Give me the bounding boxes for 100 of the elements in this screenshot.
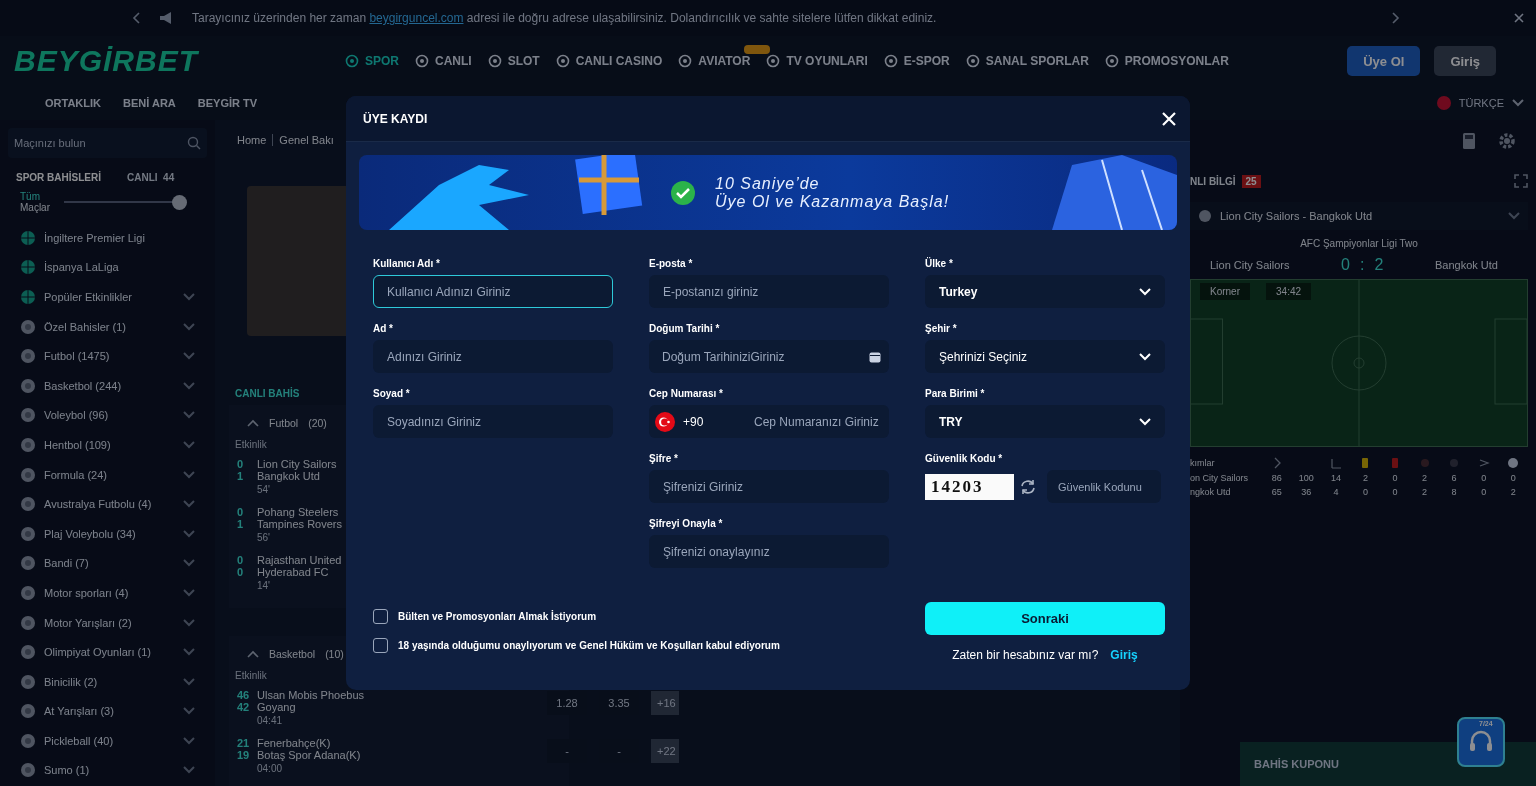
breadcrumb-link[interactable]: Home <box>237 134 267 146</box>
chevron-right-icon[interactable] <box>1392 12 1400 24</box>
sidebar-item[interactable]: Avustralya Futbolu (4) <box>44 498 175 511</box>
team-name[interactable]: Lion City Sailors <box>257 458 337 470</box>
sidebar-item[interactable]: Bandi (7) <box>44 557 175 570</box>
team-name: Bangkok Utd <box>1435 259 1498 271</box>
team-name[interactable]: Botaş Spor Adana(K) <box>257 749 361 761</box>
checkbox[interactable] <box>373 609 388 624</box>
team-name[interactable]: Bangkok Utd <box>257 470 337 482</box>
match-time: 56' <box>257 532 272 544</box>
sidebar-item[interactable]: Motor Yarışları (2) <box>44 616 175 629</box>
search-field[interactable]: Maçınızı bulun <box>8 128 207 158</box>
sidebar-tab[interactable]: CANLI 44 <box>127 172 175 183</box>
login-button[interactable]: Giriş <box>1434 46 1496 76</box>
select-field[interactable]: Turkey <box>925 275 1165 308</box>
fullscreen-icon[interactable] <box>1514 174 1528 188</box>
nav-item[interactable]: AVIATOR <box>678 54 751 68</box>
team-name[interactable]: Pohang Steelers <box>257 506 342 518</box>
date-input[interactable]: Doğum TarihiniziGiriniz <box>655 349 861 364</box>
search-placeholder: Maçınızı bulun <box>14 137 86 149</box>
text-field[interactable]: Kullanıcı Adınızı Giriniz <box>373 275 613 308</box>
phone-input[interactable]: Cep Numaranızı Giriniz <box>747 414 881 429</box>
sidebar-item[interactable]: Motor sporları (4) <box>44 586 175 599</box>
checkbox[interactable] <box>373 638 388 653</box>
team-score: 0 <box>237 566 245 578</box>
sidebar-item[interactable]: Popüler Etkinlikler <box>44 291 175 303</box>
sidebar-item[interactable]: Pickleball (40) <box>44 734 175 747</box>
sidebar-item[interactable]: Hentbol (109) <box>44 438 175 451</box>
site-link[interactable]: beygirguncel.com <box>369 11 464 25</box>
text-field[interactable]: Soyadınızı Giriniz <box>373 405 613 438</box>
breadcrumb-link[interactable]: Genel Bakı <box>272 134 334 146</box>
chevron-up-icon[interactable] <box>247 650 259 658</box>
nav-item[interactable]: CANLI CASINO <box>555 54 663 68</box>
sidebar-item[interactable]: Plaj Voleybolu (34) <box>44 527 175 540</box>
refresh-icon[interactable] <box>1019 477 1037 496</box>
team-name[interactable]: Ulsan Mobis Phoebus <box>257 689 364 701</box>
stat-value: 14 <box>1329 473 1342 483</box>
team-name[interactable]: Rajasthan United <box>257 554 342 566</box>
subnav-link[interactable]: ORTAKLIK <box>45 97 101 109</box>
sidebar-item[interactable]: Basketbol (244) <box>44 379 175 392</box>
nav-item[interactable]: TV OYUNLARI <box>766 54 868 68</box>
match-time: 04:41 <box>257 715 284 727</box>
sport-name[interactable]: Futbol <box>269 417 299 429</box>
signup-button[interactable]: Üye Ol <box>1347 46 1421 76</box>
text-field[interactable]: E-postanızı giriniz <box>649 275 889 308</box>
field-label: Şifre * <box>649 453 679 464</box>
stat-value: 6 <box>1450 473 1458 483</box>
count-badge: 25 <box>1241 174 1261 188</box>
text-field[interactable]: Şifrenizi onaylayınız <box>649 535 889 568</box>
chevron-down-icon <box>1512 99 1524 107</box>
text-field[interactable]: Güvenlik Kodunu <box>1047 470 1161 503</box>
team-name[interactable]: Tampines Rovers <box>257 518 342 530</box>
support-button[interactable] <box>1457 717 1505 767</box>
nav-item[interactable]: SLOT <box>487 54 540 68</box>
sidebar-item[interactable]: İngiltere Premier Ligi <box>44 231 195 244</box>
sidebar-item[interactable]: Özel Bahisler (1) <box>44 320 175 333</box>
stat-value: 0 <box>1391 487 1399 497</box>
logo[interactable]: BEYGİRBET <box>14 44 345 78</box>
nav-item[interactable]: CANLI <box>415 54 472 68</box>
subnav-link[interactable]: BEYGİR TV <box>197 97 258 109</box>
date-field[interactable]: Doğum TarihiniziGiriniz <box>649 340 889 373</box>
sidebar-item[interactable]: Voleybol (96) <box>44 409 175 422</box>
sidebar-item[interactable]: Olimpiyat Oyunları (1) <box>44 646 175 659</box>
more-markets-button[interactable]: +16 <box>651 691 679 715</box>
stat-value: 36 <box>1300 487 1313 497</box>
text-field[interactable]: Adınızı Giriniz <box>373 340 613 373</box>
nav-item[interactable]: E-SPOR <box>883 54 950 68</box>
text-field[interactable]: Şifrenizi Giriniz <box>649 470 889 503</box>
team-score: 21 <box>237 737 251 749</box>
chevron-up-icon[interactable] <box>247 419 259 427</box>
sidebar-tab[interactable]: SPOR BAHİSLERİ <box>16 172 101 183</box>
next-button[interactable]: Sonraki <box>925 602 1165 635</box>
sidebar-item[interactable]: Futbol (1475) <box>44 350 175 363</box>
sport-name[interactable]: Basketbol <box>269 648 316 660</box>
phone-field[interactable]: +90 Cep Numaranızı Giriniz <box>649 405 889 438</box>
sidebar-item[interactable]: Sumo (1) <box>44 764 175 777</box>
calculator-icon[interactable] <box>1462 132 1476 150</box>
circle-icon <box>965 54 980 68</box>
settings-icon[interactable] <box>1498 132 1516 150</box>
sidebar-item[interactable]: Binicilik (2) <box>44 675 175 688</box>
chevron-left-icon[interactable] <box>132 12 140 24</box>
toggle-thumb[interactable] <box>172 194 187 210</box>
nav-item[interactable]: SPOR <box>345 54 399 68</box>
more-markets-button[interactable]: +22 <box>651 739 679 763</box>
select-field[interactable]: Şehrinizi Seçiniz <box>925 340 1165 373</box>
sidebar-item[interactable]: Formula (24) <box>44 468 175 481</box>
team-name[interactable]: Hyderabad FC <box>257 566 342 578</box>
bet-slip-bar[interactable]: BAHİS KUPONU <box>1240 742 1536 786</box>
subnav-link[interactable]: BENİ ARA <box>123 97 176 109</box>
nav-item[interactable]: PROMOSYONLAR <box>1104 54 1229 68</box>
sidebar-item[interactable]: At Yarışları (3) <box>44 705 175 718</box>
team-name[interactable]: Fenerbahçe(K) <box>257 737 361 749</box>
team-name[interactable]: Goyang <box>257 701 364 713</box>
team-name: Lion City Sailors <box>1210 259 1290 271</box>
team-score: 0 <box>1341 256 1350 274</box>
select-field[interactable]: TRY <box>925 405 1165 438</box>
language-selector[interactable]: TÜRKÇE <box>1458 97 1504 109</box>
login-link[interactable]: Giriş <box>1110 648 1138 662</box>
nav-item[interactable]: SANAL SPORLAR <box>965 54 1089 68</box>
sidebar-item[interactable]: İspanya LaLiga <box>44 261 195 274</box>
